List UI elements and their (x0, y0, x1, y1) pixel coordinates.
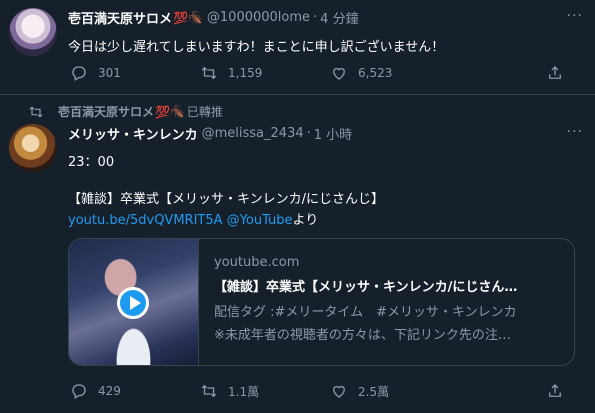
link-suffix: より (292, 213, 319, 228)
name-emoji: 💯🪳 (173, 10, 203, 25)
youtube-mention[interactable]: @YouTube (227, 213, 293, 228)
timestamp[interactable]: 4 分鐘 (320, 8, 358, 27)
like-count: 6,523 (358, 66, 393, 80)
tweet[interactable]: 壱百満天原サロメ 💯🪳 @1000000lome · 4 分鐘 ··· 今日は少… (0, 0, 595, 95)
card-description: 配信タグ :#メリータイム #メリッサ・キンレンカ (214, 305, 517, 320)
tweet-header: 壱百満天原サロメ 💯🪳 @1000000lome · 4 分鐘 (68, 8, 359, 27)
retweet-button[interactable]: 1,159 (200, 64, 330, 82)
retweeter-emoji: 💯🪳 (155, 104, 185, 119)
like-button[interactable]: 2.5萬 (330, 382, 460, 400)
separator-dot: · (313, 10, 318, 25)
retweet-count: 1,159 (228, 66, 263, 80)
handle[interactable]: @melissa_2434 (202, 126, 304, 141)
reply-button[interactable]: 429 (70, 382, 200, 400)
tweet[interactable]: 壱百満天原サロメ 💯🪳 已轉推 メリッサ・キンレンカ @melissa_2434… (0, 96, 595, 413)
tweet-link-line: youtu.be/5dvQVMRIT5A @YouTubeより (68, 209, 318, 228)
retweet-icon (201, 66, 217, 80)
separator-dot: · (306, 126, 311, 141)
retweet-button[interactable]: 1.1萬 (200, 382, 330, 400)
retweeter-name[interactable]: 壱百満天原サロメ (58, 103, 154, 120)
like-icon (333, 385, 345, 398)
retweet-icon (201, 384, 217, 398)
more-icon[interactable]: ··· (567, 8, 583, 24)
tweet-header: メリッサ・キンレンカ @melissa_2434 · 1 小時 (68, 124, 352, 143)
action-bar: 429 1.1萬 2.5萬 (70, 382, 561, 400)
avatar[interactable] (9, 8, 57, 56)
share-icon[interactable] (546, 64, 564, 82)
share-icon[interactable] (546, 382, 564, 400)
retweet-icon (29, 105, 43, 118)
card-body: youtube.com 【雑談】卒業式【メリッサ・キンレンカ/にじさん… 配信タ… (214, 255, 569, 347)
avatar[interactable] (9, 124, 57, 172)
like-button[interactable]: 6,523 (330, 64, 460, 82)
like-icon (333, 67, 345, 80)
like-count: 2.5萬 (358, 384, 390, 399)
timestamp[interactable]: 1 小時 (314, 124, 352, 143)
tweet-text-line: 23：00 (68, 155, 115, 170)
reply-icon (72, 384, 86, 399)
more-icon[interactable]: ··· (567, 124, 583, 140)
action-bar: 301 1,159 6,523 (70, 64, 561, 82)
card-description: ※未成年者の視聴者の方々は、下記リンク先の注… (214, 328, 511, 343)
reply-icon (72, 66, 86, 81)
retweet-count: 1.1萬 (228, 384, 260, 399)
tweet-text-line: 【雑談】卒業式【メリッサ・キンレンカ/にじさんじ】 (68, 192, 384, 207)
retweet-label: 已轉推 (186, 105, 223, 119)
reply-count: 429 (98, 384, 121, 398)
card-thumbnail[interactable] (69, 239, 199, 365)
display-name[interactable]: 壱百満天原サロメ (68, 8, 172, 27)
retweet-context: 壱百満天原サロメ 💯🪳 已轉推 (28, 103, 223, 120)
tweet-text: 今日は少し遅れてしまいますわ！まことに申し訳ございません！ (68, 40, 445, 55)
play-icon[interactable] (117, 287, 149, 319)
youtube-link[interactable]: youtu.be/5dvQVMRIT5A (68, 213, 223, 228)
card-title: 【雑談】卒業式【メリッサ・キンレンカ/にじさん… (214, 280, 518, 295)
handle[interactable]: @1000000lome (207, 10, 310, 25)
reply-button[interactable]: 301 (70, 64, 200, 82)
display-name[interactable]: メリッサ・キンレンカ (68, 124, 198, 143)
card-domain: youtube.com (214, 255, 300, 270)
link-card[interactable]: youtube.com 【雑談】卒業式【メリッサ・キンレンカ/にじさん… 配信タ… (68, 238, 575, 366)
reply-count: 301 (98, 66, 121, 80)
